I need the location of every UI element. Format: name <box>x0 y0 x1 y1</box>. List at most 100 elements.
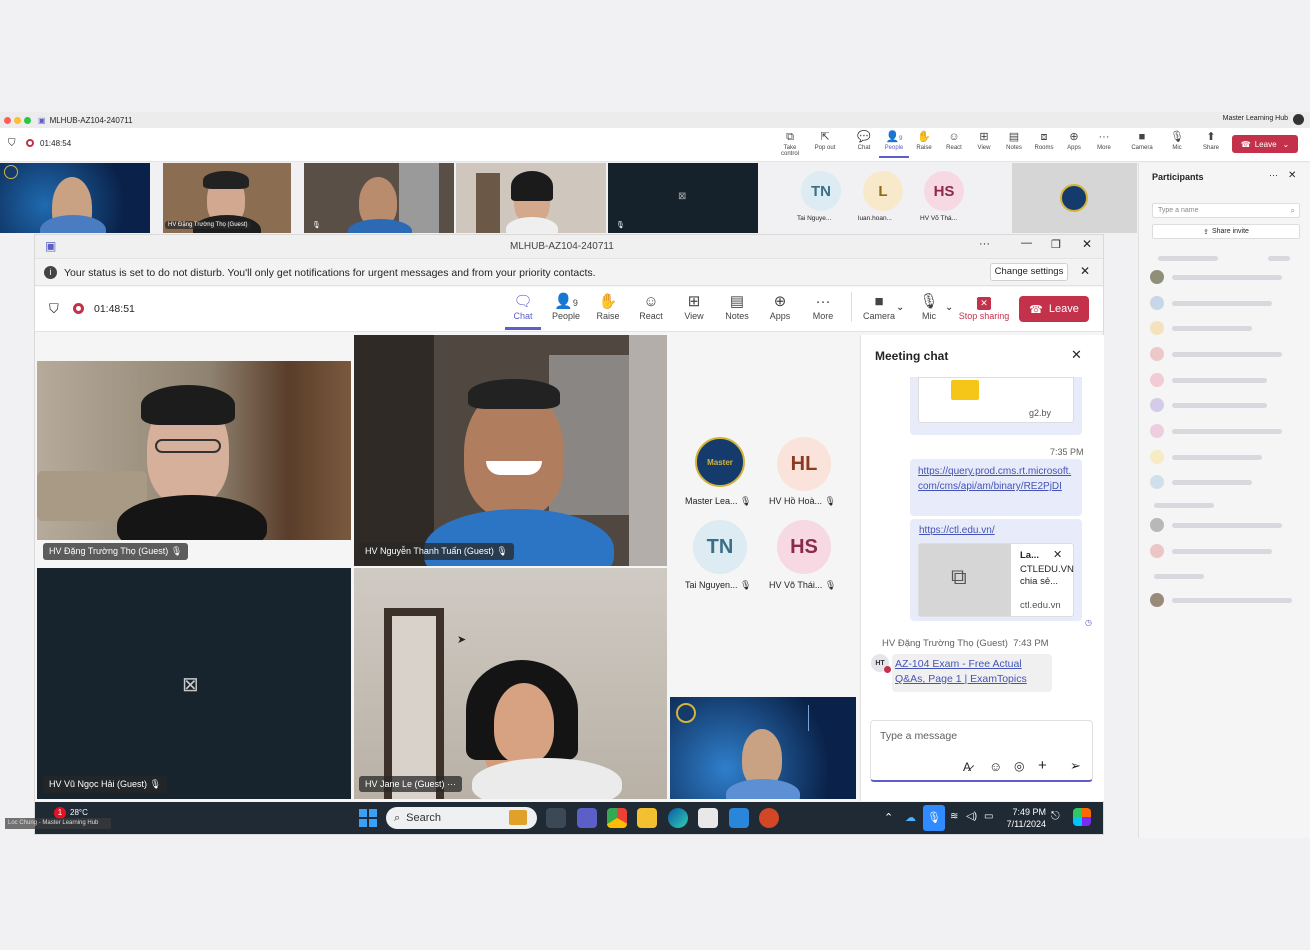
store-icon[interactable] <box>698 808 718 828</box>
account-avatar[interactable] <box>1293 114 1304 125</box>
participant-row[interactable] <box>1150 270 1300 284</box>
outer-chat-button[interactable]: 💬 Chat <box>849 130 879 151</box>
emoji-icon[interactable]: ☺ <box>989 759 1002 774</box>
close-icon[interactable]: ✕ <box>1071 347 1082 363</box>
thumb-participant-5[interactable]: ⊠ 🎙 <box>608 163 758 233</box>
avatar-strip-2[interactable]: L <box>863 171 903 211</box>
close-icon[interactable]: ✕ <box>1080 264 1090 278</box>
participant-group-header[interactable] <box>1150 569 1300 583</box>
chat-button[interactable]: 🗨 Chat <box>505 293 541 330</box>
mic-tray-icon[interactable]: 🎙 <box>923 805 945 831</box>
message-link[interactable]: AZ-104 Exam - Free Actual Q&As, Page 1 |… <box>895 658 1027 685</box>
chevron-up-icon[interactable]: ⌃ <box>884 811 893 824</box>
outer-notes-button[interactable]: ▤ Notes <box>999 130 1029 151</box>
powerpoint-icon[interactable] <box>759 808 779 828</box>
close-dot[interactable] <box>4 116 11 124</box>
participant-group-header[interactable] <box>1150 251 1300 265</box>
participant-row[interactable] <box>1150 321 1300 335</box>
thumb-presenter[interactable] <box>0 163 150 233</box>
close-icon[interactable]: ✕ <box>1288 170 1296 181</box>
link-preview-card[interactable]: ⧉ La... ✕ CTLEDU.VN chia sẻ... ctl.edu.v… <box>918 543 1074 617</box>
more-button[interactable]: ··· More <box>805 293 841 321</box>
outer-view-button[interactable]: ⊞ View <box>969 130 999 151</box>
volume-icon[interactable]: ◁) <box>966 811 977 822</box>
thumb-participant-3[interactable]: 🎙 <box>304 163 454 233</box>
participant-row[interactable] <box>1150 373 1300 387</box>
teams-taskbar-icon[interactable] <box>577 808 597 828</box>
wifi-icon[interactable]: ≋ <box>950 811 958 822</box>
leave-button[interactable]: ☎ Leave <box>1019 296 1089 322</box>
outer-more-button[interactable]: ··· More <box>1089 130 1119 151</box>
raise-button[interactable]: ✋ Raise <box>590 293 626 321</box>
compose-box[interactable]: Type a message A̷ ☺ ◎ + ➢ <box>870 720 1093 782</box>
outer-leave-button[interactable]: ☎ Leave ⌄ <box>1232 135 1298 153</box>
presenter-tile[interactable] <box>670 697 856 799</box>
send-icon[interactable]: ➢ <box>1070 758 1081 774</box>
thumb-participant-2[interactable]: HV Đặng Trường Thọ (Guest) <box>163 163 291 233</box>
participant-row[interactable] <box>1150 347 1300 361</box>
battery-icon[interactable]: ▭ <box>984 811 993 822</box>
avatar-hl[interactable]: HL <box>777 437 831 491</box>
video-tile-1[interactable] <box>37 361 351 540</box>
maximize-dot[interactable] <box>24 116 31 124</box>
react-button[interactable]: ☺ React <box>633 293 669 321</box>
weather-temp[interactable]: 28°C <box>70 808 88 817</box>
self-tile[interactable] <box>1012 163 1137 233</box>
participant-row[interactable] <box>1150 544 1300 558</box>
participant-row[interactable] <box>1150 424 1300 438</box>
taskbar-time[interactable]: 7:49 PM <box>1006 807 1046 817</box>
taskbar-search[interactable]: ⌕ Search <box>386 807 537 829</box>
participant-row[interactable] <box>1150 450 1300 464</box>
close-icon[interactable]: ✕ <box>1053 548 1062 561</box>
share-invite-button[interactable]: ⇪ Share invite <box>1152 224 1300 239</box>
edge-icon[interactable] <box>668 808 688 828</box>
participant-row[interactable] <box>1150 518 1300 532</box>
minimize-dot[interactable] <box>14 116 21 124</box>
more-icon[interactable]: ··· <box>447 779 456 789</box>
compose-input[interactable]: Type a message <box>880 730 957 742</box>
outer-share-button[interactable]: ⬆ Share <box>1196 130 1226 151</box>
chevron-down-icon[interactable]: ⌄ <box>945 302 953 313</box>
participant-row[interactable] <box>1150 475 1300 489</box>
onedrive-icon[interactable]: ☁ <box>905 811 916 824</box>
participant-row[interactable] <box>1150 296 1300 310</box>
participant-group-header[interactable] <box>1150 498 1300 512</box>
outer-people-button[interactable]: 👤9 People <box>879 130 909 158</box>
taskbar-date[interactable]: 7/11/2024 <box>1002 819 1046 829</box>
outer-rooms-button[interactable]: ⧈ Rooms <box>1029 130 1059 151</box>
pop-out-button[interactable]: ⇱ Pop out <box>810 130 840 151</box>
participant-search-input[interactable]: Type a name ⌕ <box>1152 203 1300 218</box>
video-tile-3[interactable]: ⊠ <box>37 568 351 799</box>
outer-camera-button[interactable]: ■ Camera <box>1127 130 1157 151</box>
more-icon[interactable]: ··· <box>979 238 990 250</box>
notification-icon[interactable]: ⎋ <box>1051 810 1060 823</box>
video-tile-4[interactable]: ➤ <box>354 568 667 799</box>
more-icon[interactable]: ··· <box>1269 170 1278 180</box>
participant-row[interactable] <box>1150 593 1300 607</box>
notepad-icon[interactable] <box>729 808 749 828</box>
avatar-master[interactable]: Master <box>695 437 745 487</box>
avatar-strip-3[interactable]: HS <box>924 171 964 211</box>
stop-sharing-button[interactable]: ✕ Stop sharing <box>958 293 1010 321</box>
restore-icon[interactable]: ❐ <box>1051 238 1061 251</box>
message-link[interactable]: https://ctl.edu.vn/ <box>919 525 995 536</box>
participant-row[interactable] <box>1150 398 1300 412</box>
file-explorer-icon[interactable] <box>637 808 657 828</box>
people-button[interactable]: 👤9 People <box>548 293 584 321</box>
outer-mic-button[interactable]: 🎙 Mic <box>1162 130 1192 151</box>
outer-react-button[interactable]: ☺ React <box>939 130 969 151</box>
outer-raise-button[interactable]: ✋ Raise <box>909 130 939 151</box>
file-card[interactable]: g2.by <box>918 377 1074 423</box>
take-control-button[interactable]: ⧉ Take control <box>775 130 805 157</box>
windows-start-icon[interactable] <box>359 809 377 827</box>
chrome-icon[interactable] <box>607 808 627 828</box>
notes-button[interactable]: ▤ Notes <box>719 293 755 321</box>
chevron-down-icon[interactable]: ⌄ <box>896 302 904 313</box>
minimize-icon[interactable]: — <box>1021 237 1032 249</box>
video-tile-2[interactable] <box>354 335 667 566</box>
avatar-strip-1[interactable]: TN <box>801 171 841 211</box>
change-settings-button[interactable]: Change settings <box>990 263 1068 281</box>
message-link[interactable]: https://query.prod.cms.rt.microsoft.com/… <box>918 466 1071 492</box>
avatar-tn[interactable]: TN <box>693 520 747 574</box>
close-icon[interactable]: ✕ <box>1082 237 1092 251</box>
